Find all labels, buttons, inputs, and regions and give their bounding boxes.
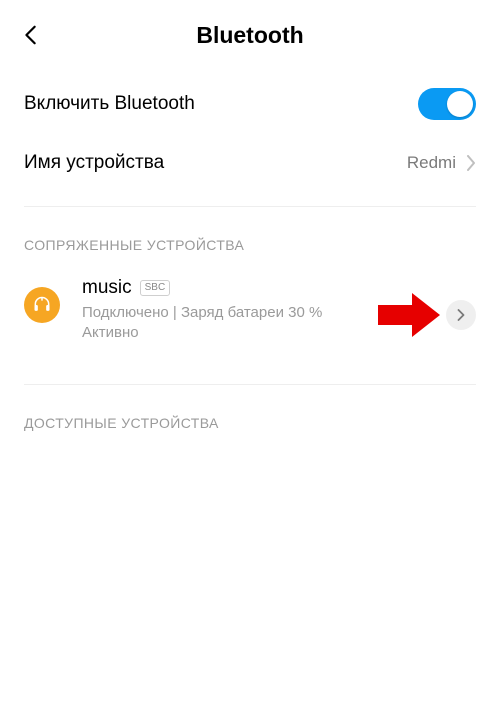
paired-section-title: СОПРЯЖЕННЫЕ УСТРОЙСТВА [0, 207, 500, 271]
chevron-right-icon [466, 155, 476, 171]
paired-device-row[interactable]: music SBC Подключено | Заряд батареи 30 … [0, 271, 500, 360]
enable-bluetooth-row: Включить Bluetooth [0, 70, 500, 138]
available-section-title: ДОСТУПНЫЕ УСТРОЙСТВА [0, 385, 500, 449]
device-name: music [82, 277, 132, 299]
device-body: music SBC Подключено | Заряд батареи 30 … [82, 277, 476, 344]
device-name-label: Имя устройства [24, 152, 164, 174]
device-details-button[interactable] [446, 300, 476, 330]
chevron-right-icon [457, 309, 465, 321]
back-button[interactable] [20, 22, 48, 50]
device-status: Подключено | Заряд батареи 30 % Активно [82, 303, 382, 344]
headset-icon [24, 287, 60, 323]
top-bar: Bluetooth [0, 0, 500, 70]
device-name-row[interactable]: Имя устройства Redmi [0, 138, 500, 196]
enable-bluetooth-toggle[interactable] [418, 88, 476, 120]
bluetooth-settings-screen: Bluetooth Включить Bluetooth Имя устройс… [0, 0, 500, 717]
codec-badge: SBC [140, 280, 171, 296]
page-title: Bluetooth [196, 22, 303, 49]
enable-bluetooth-label: Включить Bluetooth [24, 93, 195, 115]
device-name-value: Redmi [407, 153, 456, 173]
chevron-left-icon [20, 22, 42, 48]
toggle-knob [447, 91, 473, 117]
